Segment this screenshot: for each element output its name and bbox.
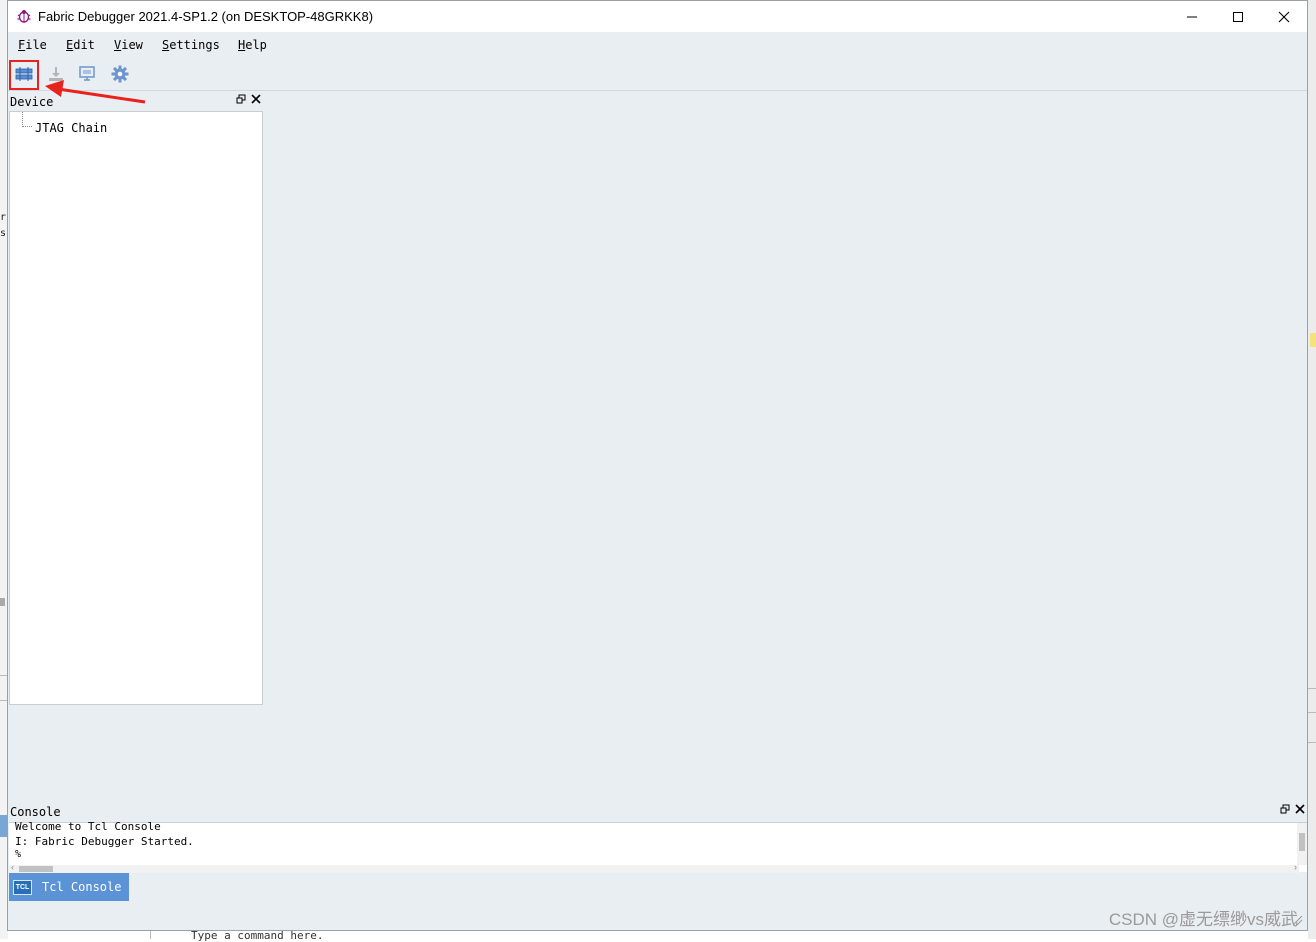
- close-button[interactable]: [1261, 1, 1307, 32]
- close-icon: [1295, 804, 1305, 814]
- device-panel-title: Device: [10, 95, 54, 109]
- device-tree[interactable]: JTAG Chain: [9, 111, 263, 705]
- restore-icon: [236, 94, 246, 104]
- console-vertical-scrollbar[interactable]: [1297, 823, 1307, 865]
- monitor-button[interactable]: [76, 63, 98, 85]
- monitor-icon: [79, 66, 95, 81]
- menu-help[interactable]: Help: [238, 38, 267, 52]
- fabric-debugger-window: Fabric Debugger 2021.4-SP1.2 (on DESKTOP…: [7, 0, 1308, 931]
- tree-item-jtag-chain[interactable]: JTAG Chain: [35, 121, 107, 135]
- console-output[interactable]: Welcome to Tcl Console I: Fabric Debugge…: [9, 820, 1307, 873]
- device-panel-float-button[interactable]: [236, 94, 246, 107]
- watermark: CSDN @虚无缥缈vs威武: [1108, 910, 1298, 929]
- background-glyph: r: [0, 212, 7, 223]
- console-panel-float-button[interactable]: [1280, 804, 1290, 817]
- menu-file[interactable]: File: [18, 38, 47, 52]
- minimize-icon: [1187, 16, 1197, 17]
- background-window-right: [1308, 0, 1316, 939]
- maximize-icon: [1233, 11, 1243, 22]
- jtag-scan-button[interactable]: [13, 63, 35, 85]
- download-icon: [49, 67, 63, 81]
- gear-icon: [111, 65, 129, 83]
- console-line: I: Fabric Debugger Started.: [15, 835, 194, 848]
- bug-app-icon: [17, 10, 31, 23]
- console-line: Welcome to Tcl Console: [15, 820, 161, 833]
- console-panel-close-button[interactable]: [1295, 804, 1305, 817]
- menu-settings[interactable]: Settings: [162, 38, 220, 52]
- settings-button[interactable]: [109, 63, 131, 85]
- window-title: Fabric Debugger 2021.4-SP1.2 (on DESKTOP…: [38, 9, 374, 24]
- jtag-scan-icon: [15, 67, 33, 81]
- tcl-icon: TCL: [13, 879, 32, 895]
- console-panel-title: Console: [10, 805, 61, 819]
- console-horizontal-scrollbar[interactable]: ‹ ›: [9, 862, 1299, 873]
- close-icon: [251, 94, 261, 104]
- tab-tcl-console[interactable]: TCL Tcl Console: [9, 873, 129, 901]
- device-panel-close-button[interactable]: [251, 94, 261, 107]
- restore-icon: [1280, 804, 1290, 814]
- menu-view[interactable]: View: [114, 38, 143, 52]
- minimize-button[interactable]: [1169, 1, 1215, 32]
- menu-edit[interactable]: Edit: [66, 38, 95, 52]
- menu-bar: File Edit View Settings Help: [8, 32, 1307, 57]
- scroll-right-icon[interactable]: ›: [1294, 862, 1297, 872]
- scroll-left-icon[interactable]: ‹: [11, 862, 14, 872]
- toolbar: [8, 58, 1307, 90]
- tab-tcl-console-label: Tcl Console: [42, 880, 122, 894]
- close-icon: [1278, 11, 1290, 22]
- background-glyph: s: [0, 228, 7, 239]
- console-prompt: %: [15, 849, 22, 860]
- download-button[interactable]: [45, 63, 67, 85]
- maximize-button[interactable]: [1215, 1, 1261, 32]
- title-bar[interactable]: Fabric Debugger 2021.4-SP1.2 (on DESKTOP…: [8, 1, 1307, 32]
